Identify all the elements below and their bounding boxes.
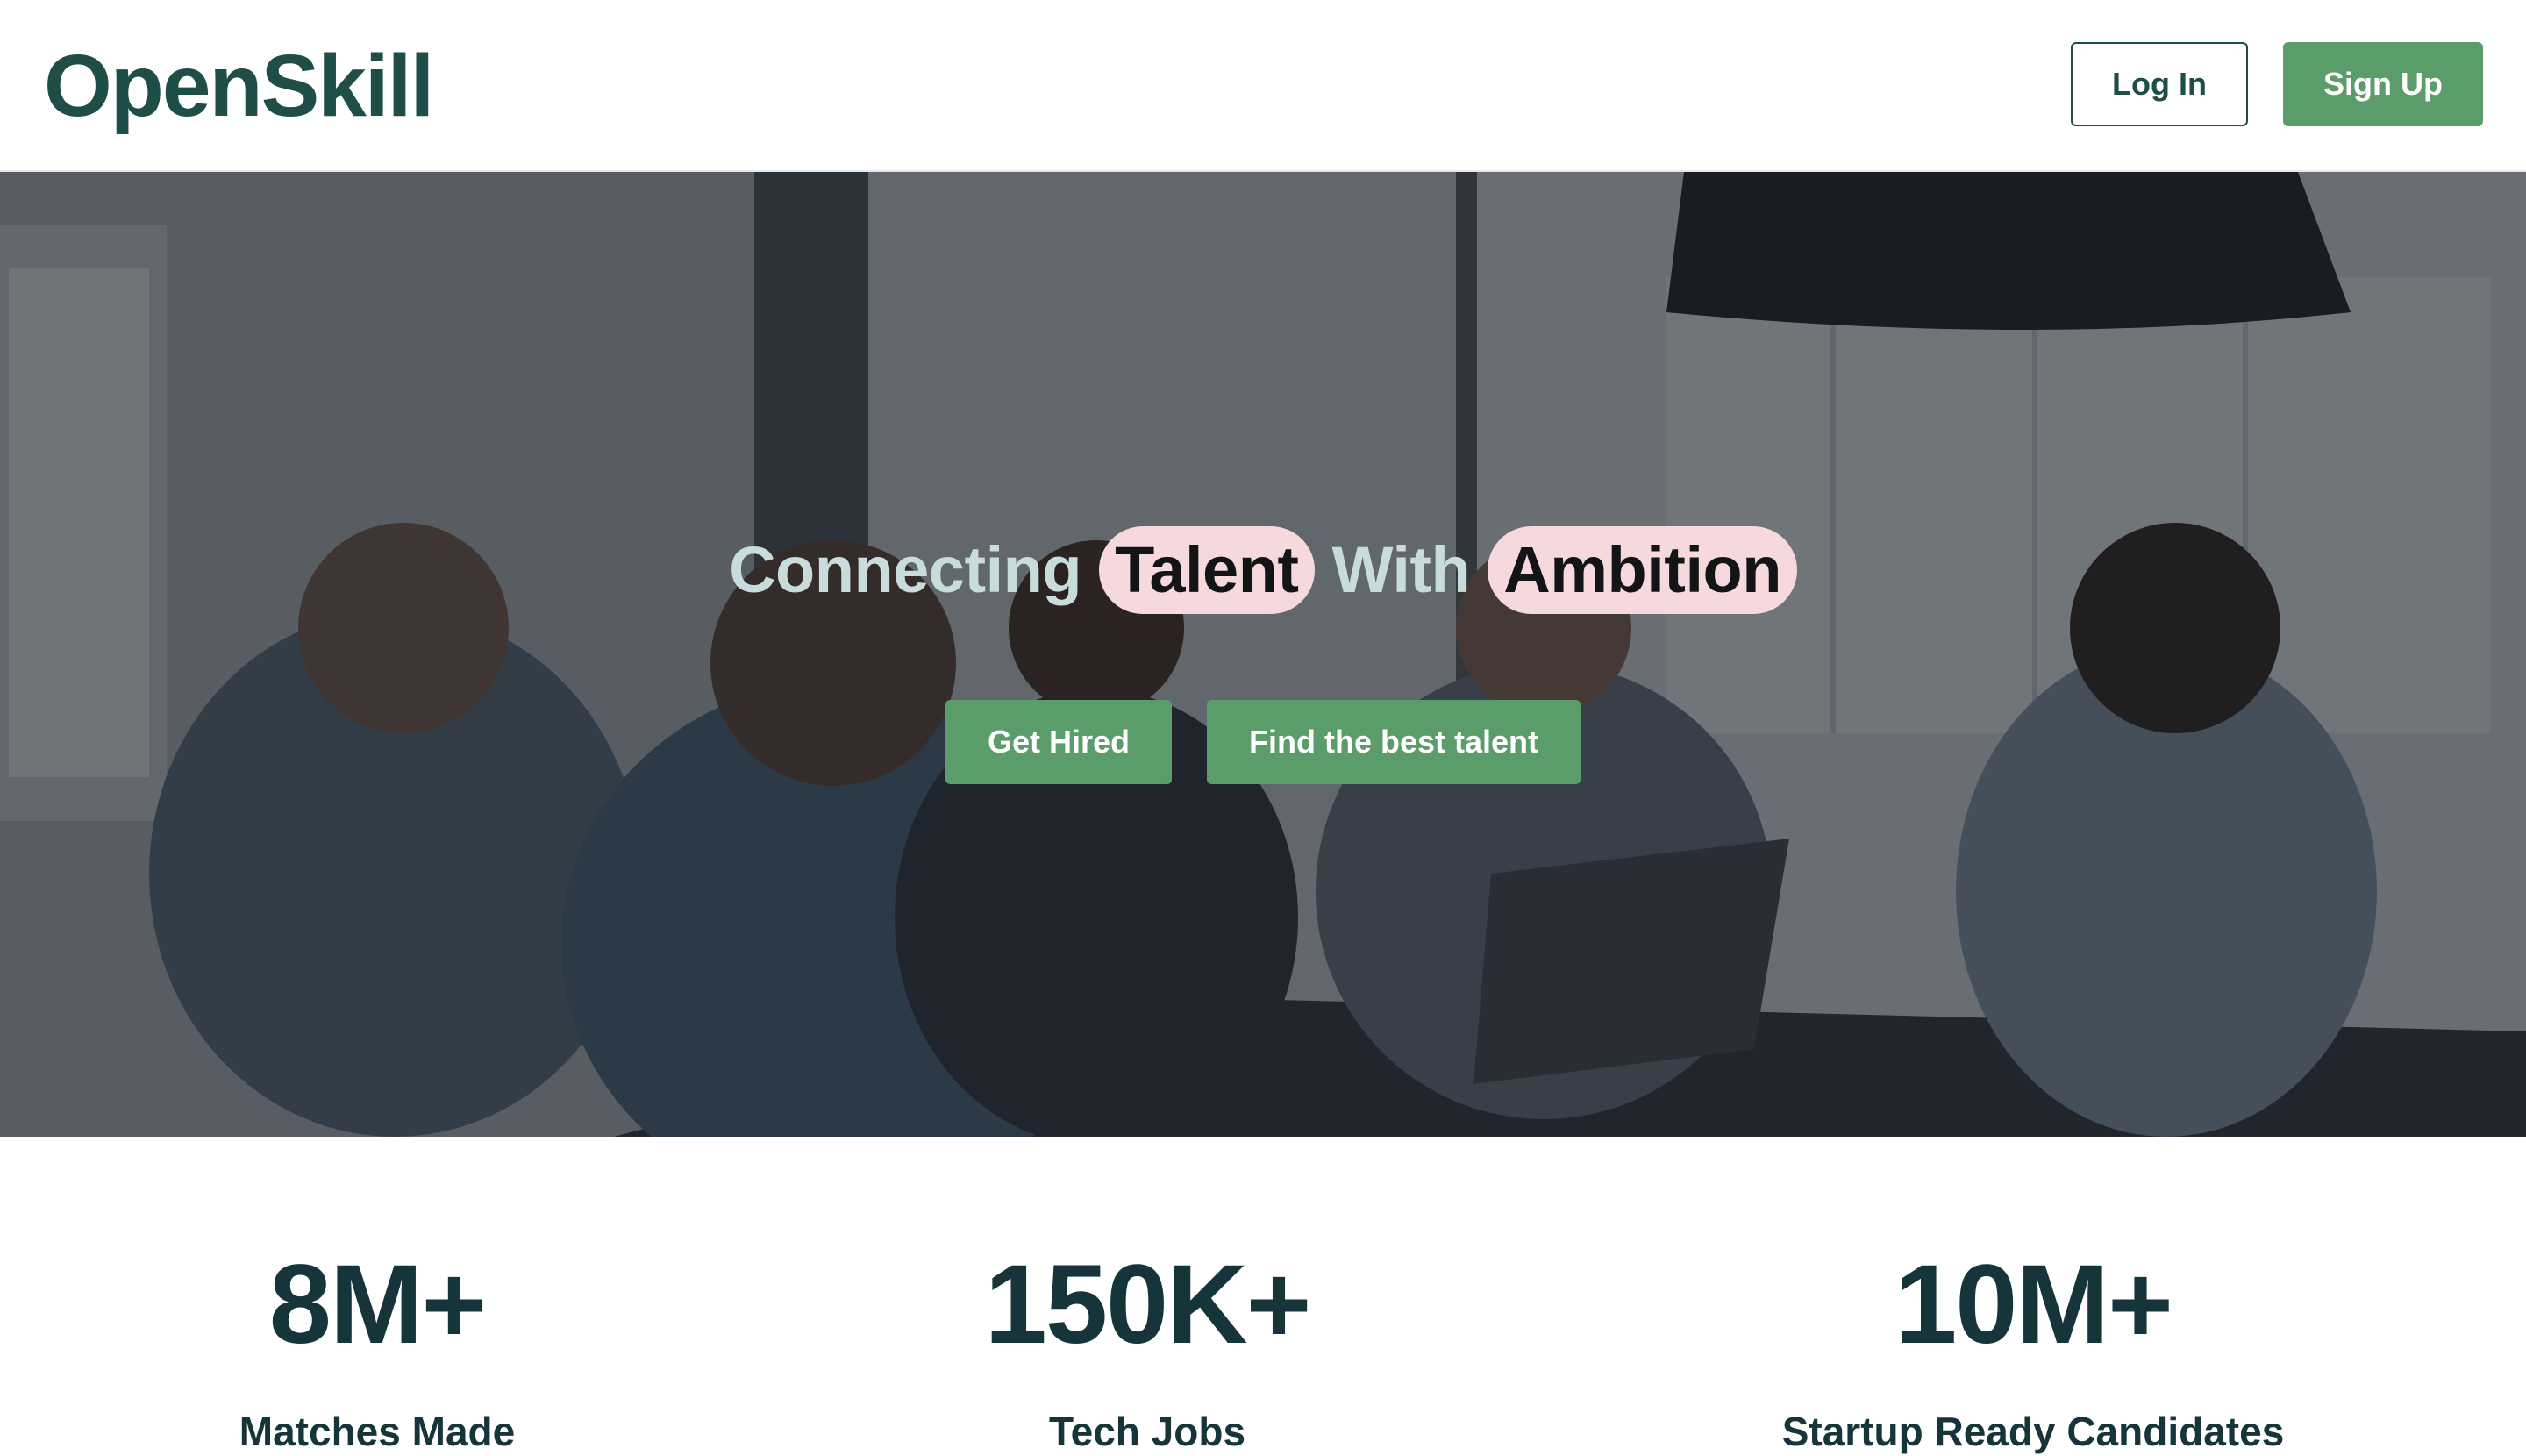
get-hired-button[interactable]: Get Hired: [945, 700, 1173, 784]
headline-highlight-ambition: Ambition: [1488, 526, 1797, 614]
logo[interactable]: OpenSkill: [44, 39, 434, 133]
headline-highlight-talent: Talent: [1099, 526, 1315, 614]
hero-section: Connecting Talent With Ambition Get Hire…: [0, 172, 2526, 1137]
headline-with: With: [1331, 533, 1471, 606]
stat-label: Tech Jobs: [1048, 1409, 1246, 1454]
hero-headline: Connecting Talent With Ambition: [0, 526, 2526, 614]
stat-value: 150K+: [984, 1242, 1312, 1367]
find-talent-button[interactable]: Find the best talent: [1207, 700, 1581, 784]
headline-connecting: Connecting: [729, 533, 1082, 606]
stat-value: 10M+: [1894, 1242, 2173, 1367]
signup-button[interactable]: Sign Up: [2283, 42, 2483, 126]
hero-cta-group: Get Hired Find the best talent: [0, 700, 2526, 784]
hero-overlay: [0, 172, 2526, 1137]
top-nav: OpenSkill Log In Sign Up: [0, 0, 2526, 172]
stat-label: Matches Made: [239, 1409, 516, 1454]
login-button[interactable]: Log In: [2071, 42, 2248, 126]
stat-label: Startup Ready Candidates: [1781, 1409, 2285, 1454]
stat-value: 8M+: [268, 1242, 488, 1367]
